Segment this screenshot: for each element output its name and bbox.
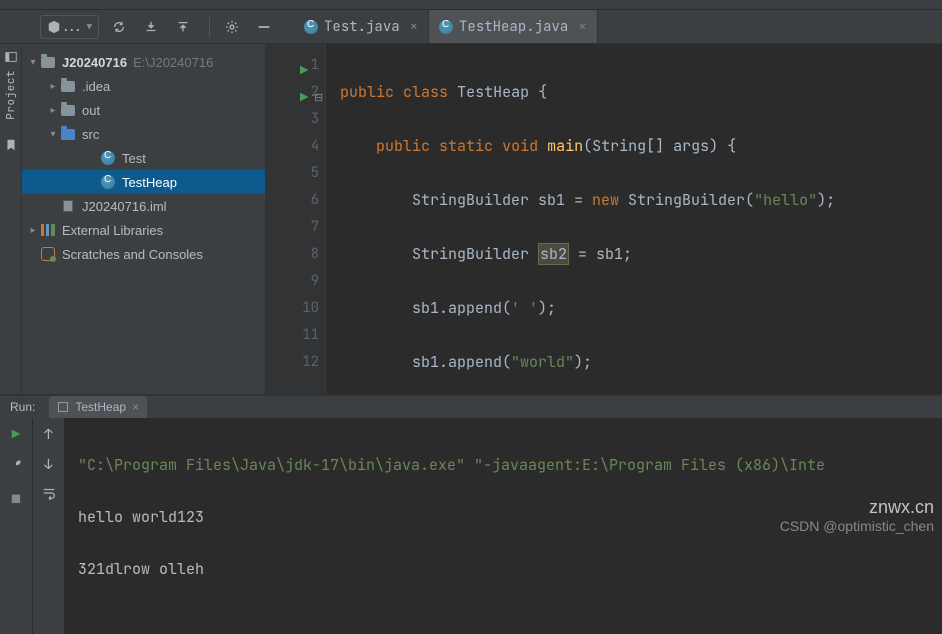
run-toolbar-right: ↑ ↓ [32,418,64,634]
watermark-top: znwx.cn [780,497,934,518]
console-line: "-javaagent:E:\Program Files (x86)\Inte [474,455,825,475]
folder-icon [60,78,76,94]
bookmarks-tool-icon[interactable] [4,138,18,157]
tree-label: Scratches and Consoles [62,247,203,262]
tree-label: J20240716.iml [82,199,167,214]
tree-label: External Libraries [62,223,163,238]
tree-idea[interactable]: .idea [22,74,265,98]
sync-icon [112,20,126,34]
download-button[interactable] [137,13,165,41]
run-config-selector[interactable]: ... ▼ [40,15,99,39]
java-class-icon [100,150,116,166]
down-button[interactable]: ↓ [44,456,52,474]
run-window-icon [57,401,69,413]
line-number: 3 [311,110,319,128]
tree-label: .idea [82,79,110,94]
project-tool-icon[interactable] [4,50,18,64]
title-bar-strip [0,0,942,10]
line-number: 1 [311,56,319,74]
run-tab-label: TestHeap [75,400,126,414]
tree-label: Test [122,151,146,166]
folder-icon [60,102,76,118]
console-line: 321dlrow olleh [78,556,942,582]
tree-src[interactable]: src [22,122,265,146]
iml-file-icon [60,198,76,214]
run-label: Run: [10,400,35,414]
chevron-down-icon: ▼ [87,21,92,33]
run-tab[interactable]: TestHeap × [49,396,147,418]
upload-button[interactable] [169,13,197,41]
line-number: 4 [311,137,319,155]
wrench-button[interactable] [9,458,23,477]
close-icon[interactable]: × [132,400,139,414]
download-icon [144,20,158,34]
project-tool-label[interactable]: Project [4,70,18,120]
watermark-bottom: CSDN @optimistic_chen [780,518,934,534]
expand-icon[interactable] [46,129,60,140]
module-icon [40,54,56,70]
soft-wrap-button[interactable] [42,486,56,505]
tool-window-bar: Project [0,44,22,394]
line-number: 12 [302,353,319,371]
tree-scratches[interactable]: Scratches and Consoles [22,242,265,266]
tree-label: TestHeap [122,175,177,190]
source-folder-icon [60,126,76,142]
upload-icon [176,20,190,34]
stop-button[interactable]: ■ [12,491,20,509]
line-number: 7 [311,218,319,236]
java-class-icon [304,20,318,34]
tab-testheap-java[interactable]: TestHeap.java × [429,10,598,43]
tree-file-test[interactable]: Test [22,146,265,170]
expand-icon[interactable] [26,225,40,236]
settings-button[interactable] [218,13,246,41]
tree-label: src [82,127,99,142]
java-class-icon [439,20,453,34]
tab-label: Test.java [324,18,400,36]
line-number: 11 [302,326,319,344]
gear-icon [225,20,239,34]
expand-icon[interactable] [26,57,40,68]
tree-file-testheap[interactable]: TestHeap [22,170,265,194]
line-number: 6 [311,191,319,209]
watermark: znwx.cn CSDN @optimistic_chen [780,497,934,534]
tree-external-libraries[interactable]: External Libraries [22,218,265,242]
line-number: 10 [302,299,319,317]
main-toolbar: ... ▼ Test.java × TestHeap.jav [0,10,942,44]
editor-gutter: 1▶ 2▶⊟ 3 4 5 6 7 8 9 10 11 12 [266,44,326,394]
tree-root[interactable]: J20240716 E:\J20240716 [22,50,265,74]
scratches-icon [40,246,56,262]
collapse-button[interactable] [250,13,278,41]
console-line: "C:\Program Files\Java\jdk-17\bin\java.e… [78,455,465,475]
expand-icon[interactable] [46,81,60,92]
java-class-icon [100,174,116,190]
collapse-icon [257,20,271,34]
editor-tabs: Test.java × TestHeap.java × [294,10,598,43]
run-config-label: ... [61,19,83,35]
tab-test-java[interactable]: Test.java × [294,10,429,43]
close-icon[interactable]: × [410,18,418,36]
line-number: 8 [311,245,319,263]
libraries-icon [40,222,56,238]
project-tree: J20240716 E:\J20240716 .idea out src [22,44,266,394]
line-number: 9 [311,272,319,290]
tree-iml[interactable]: J20240716.iml [22,194,265,218]
tree-path: E:\J20240716 [133,55,213,70]
tree-label: J20240716 [62,55,127,70]
tree-out[interactable]: out [22,98,265,122]
run-tabs: Run: TestHeap × [0,396,942,418]
code-area[interactable]: public class TestHeap { public static vo… [326,44,942,394]
code-editor[interactable]: 1▶ 2▶⊟ 3 4 5 6 7 8 9 10 11 12 public cla… [266,44,942,394]
expand-icon[interactable] [46,105,60,116]
toolbar-separator [209,17,210,37]
tab-label: TestHeap.java [459,18,568,36]
cube-icon [47,20,61,34]
tree-label: out [82,103,100,118]
close-icon[interactable]: × [578,18,586,36]
sync-button[interactable] [105,13,133,41]
run-toolbar-left: ▶ ■ [0,418,32,634]
up-button[interactable]: ↑ [44,426,52,444]
line-number: 5 [311,164,319,182]
rerun-button[interactable]: ▶ [12,426,20,444]
